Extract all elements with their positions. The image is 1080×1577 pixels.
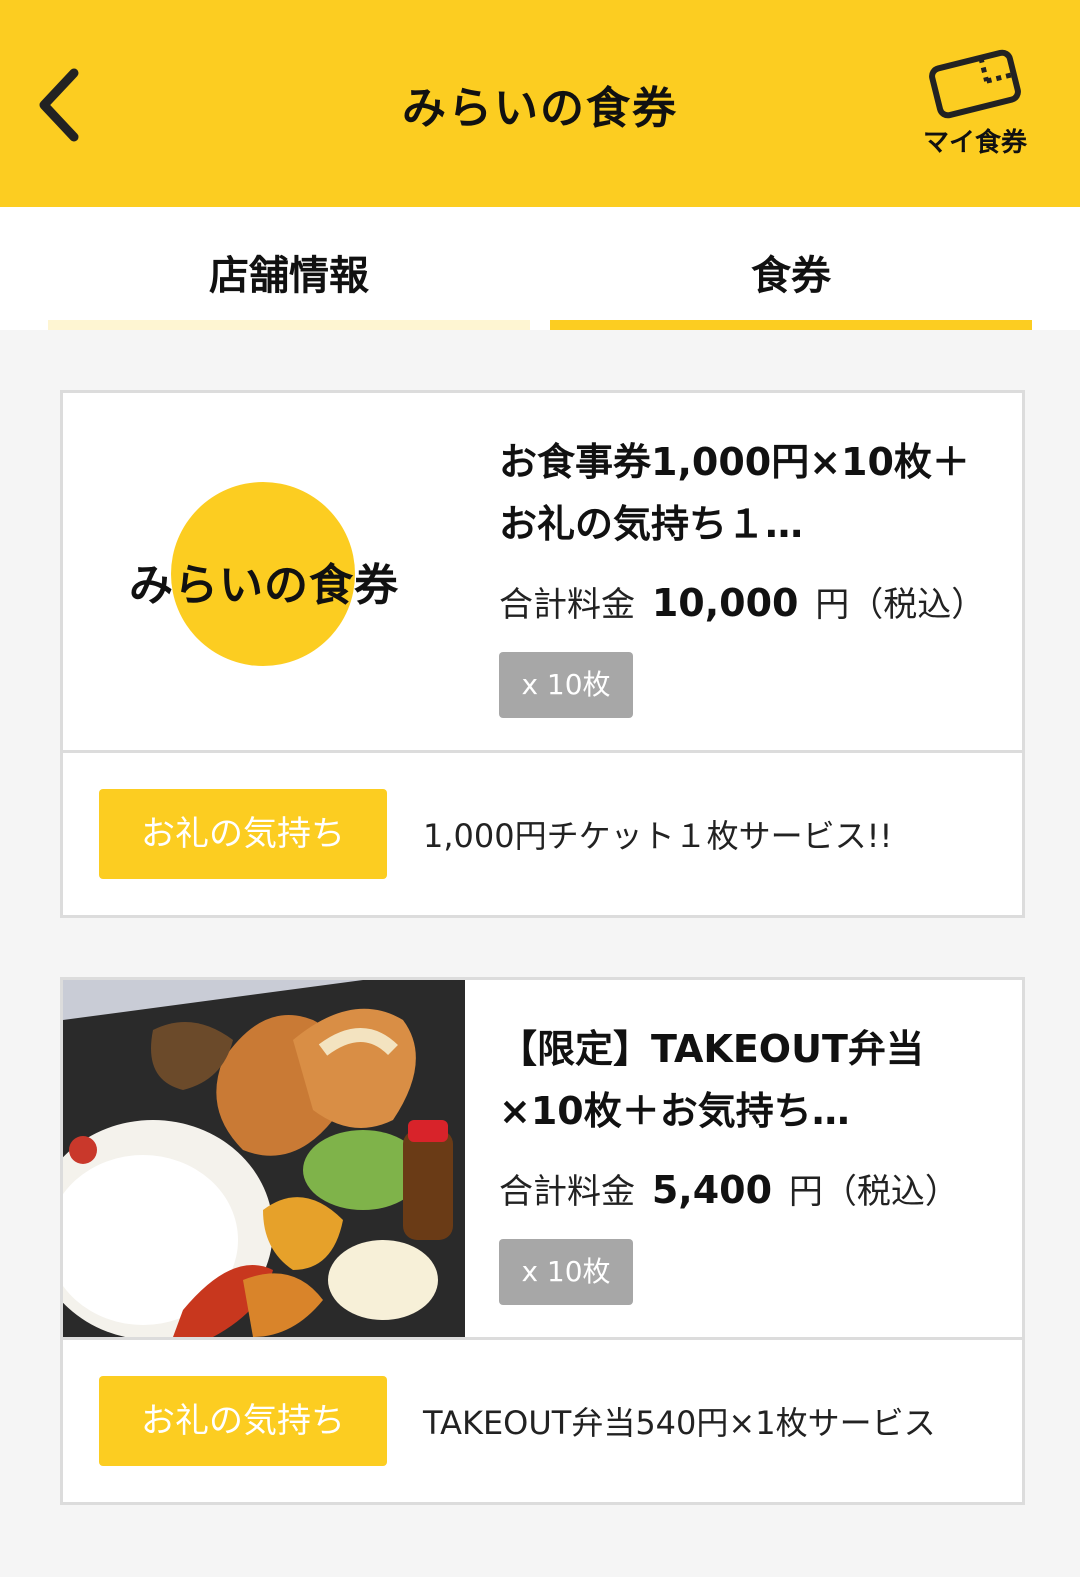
- price-amount: 10,000: [651, 581, 799, 625]
- ticket-card-main[interactable]: 【限定】TAKEOUT弁当 ×10枚＋お気持ち… 合計料金 5,400 円（税込…: [63, 980, 1022, 1340]
- bonus-badge: お礼の気持ち: [99, 1376, 387, 1466]
- ticket-info: 【限定】TAKEOUT弁当 ×10枚＋お気持ち… 合計料金 5,400 円（税込…: [499, 1018, 992, 1305]
- bento-image: [63, 980, 465, 1337]
- tab-store-info-label: 店舗情報: [209, 253, 369, 299]
- ticket-card: 【限定】TAKEOUT弁当 ×10枚＋お気持ち… 合計料金 5,400 円（税込…: [60, 977, 1025, 1505]
- tab-ticket-label: 食券: [751, 253, 831, 299]
- ticket-card: みらいの食券 お食事券1,000円×10枚＋ お礼の気持ち１… 合計料金 10,…: [60, 390, 1025, 918]
- price-row: 合計料金 10,000 円（税込）: [499, 577, 992, 626]
- my-ticket-label: マイ食券: [922, 128, 1027, 158]
- bonus-row: お礼の気持ち TAKEOUT弁当540円×1枚サービス: [63, 1340, 1022, 1502]
- ticket-title: お食事券1,000円×10枚＋ お礼の気持ち１…: [499, 440, 970, 546]
- price-label: 合計料金: [499, 585, 635, 625]
- price-currency: 円: [788, 1172, 823, 1212]
- tab-ticket-indicator: [550, 320, 1032, 330]
- ticket-title: 【限定】TAKEOUT弁当 ×10枚＋お気持ち…: [499, 1027, 924, 1133]
- tax-note: （税込）: [849, 585, 986, 625]
- ticket-info: お食事券1,000円×10枚＋ お礼の気持ち１… 合計料金 10,000 円（税…: [499, 431, 992, 718]
- ticket-thumbnail: みらいの食券: [63, 393, 465, 750]
- tab-ticket[interactable]: 食券: [550, 207, 1032, 330]
- tab-bar: 店舗情報 食券: [0, 207, 1080, 330]
- bonus-text: TAKEOUT弁当540円×1枚サービス: [423, 1404, 936, 1442]
- tab-store-info-indicator: [48, 320, 530, 330]
- price-currency: 円: [815, 585, 850, 625]
- logo-text: みらいの食券: [129, 560, 399, 611]
- bento-photo: [63, 980, 465, 1337]
- quantity-badge[interactable]: x 10枚: [499, 652, 633, 718]
- ticket-card-main[interactable]: みらいの食券 お食事券1,000円×10枚＋ お礼の気持ち１… 合計料金 10,…: [63, 393, 1022, 753]
- tax-note: （税込）: [822, 1172, 959, 1212]
- app-header: みらいの食券 マイ食券: [0, 0, 1080, 207]
- price-label: 合計料金: [499, 1172, 635, 1212]
- bonus-badge: お礼の気持ち: [99, 789, 387, 879]
- my-ticket-button[interactable]: マイ食券: [910, 48, 1040, 163]
- ticket-icon: [929, 49, 1021, 119]
- bonus-row: お礼の気持ち 1,000円チケット１枚サービス!!: [63, 753, 1022, 915]
- price-amount: 5,400: [651, 1168, 773, 1212]
- bonus-text: 1,000円チケット１枚サービス!!: [423, 817, 893, 855]
- price-row: 合計料金 5,400 円（税込）: [499, 1164, 992, 1213]
- quantity-badge[interactable]: x 10枚: [499, 1239, 633, 1305]
- tab-store-info[interactable]: 店舗情報: [48, 207, 530, 330]
